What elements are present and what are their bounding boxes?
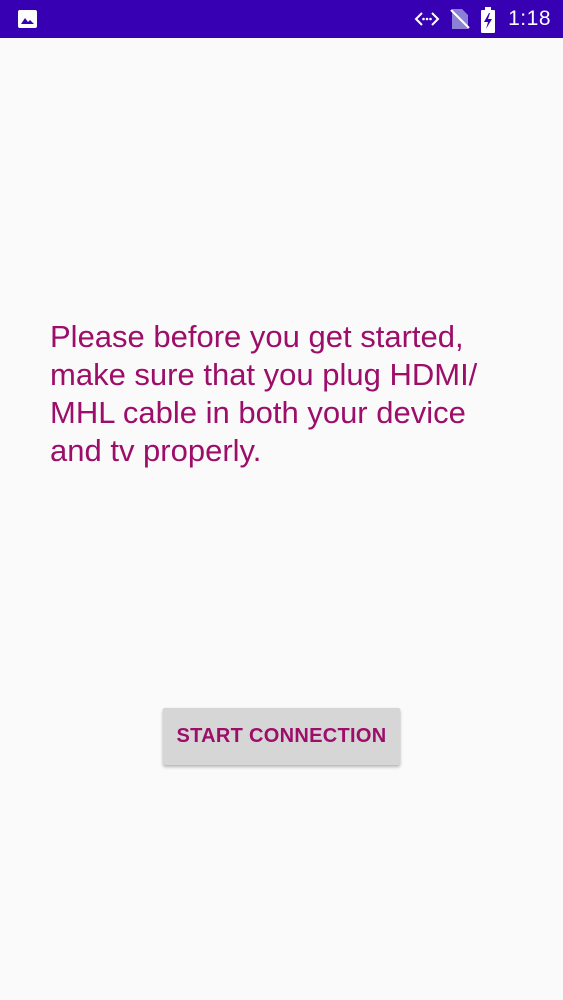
battery-charging-icon — [480, 7, 496, 33]
image-icon — [17, 9, 38, 29]
data-saver-icon — [414, 7, 440, 31]
no-signal-icon — [450, 7, 470, 31]
status-time: 1:18 — [508, 7, 551, 30]
start-connection-button[interactable]: START CONNECTION — [163, 708, 400, 765]
status-bar: 1:18 — [0, 0, 563, 38]
instruction-message: Please before you get started, make sure… — [50, 319, 478, 468]
main-content: Please before you get started, make sure… — [0, 38, 563, 1000]
status-icons: 1:18 — [414, 0, 551, 38]
